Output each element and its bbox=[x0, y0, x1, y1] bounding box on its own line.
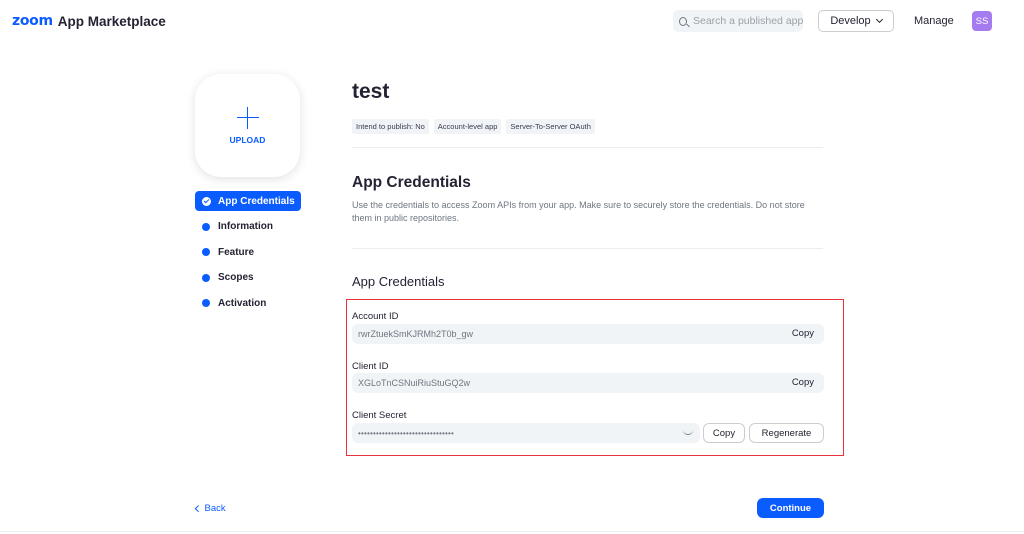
client-secret-value: •••••••••••••••••••••••••••••••• bbox=[358, 428, 455, 438]
brand-name: App Marketplace bbox=[57, 13, 166, 29]
chevron-down-icon bbox=[875, 15, 883, 24]
plus-icon bbox=[236, 106, 259, 129]
account-id-label: Account ID bbox=[352, 311, 399, 322]
regenerate-button[interactable]: Regenerate bbox=[749, 423, 824, 443]
upload-label: UPLOAD bbox=[229, 134, 266, 145]
dot-icon bbox=[202, 222, 210, 231]
client-id-field[interactable]: XGLoTnCSNuiRiuStuGQ2w Copy bbox=[352, 373, 824, 393]
top-header: zoom App Marketplace Develop Manage SS bbox=[0, 0, 1024, 42]
nav-item-feature[interactable]: Feature bbox=[195, 242, 301, 262]
nav-item-scopes[interactable]: Scopes bbox=[195, 268, 301, 288]
client-secret-field[interactable]: •••••••••••••••••••••••••••••••• bbox=[352, 423, 700, 443]
client-secret-label: Client Secret bbox=[352, 410, 407, 421]
divider bbox=[352, 147, 823, 148]
nav-item-app-credentials[interactable]: App Credentials bbox=[195, 191, 301, 211]
search-box[interactable] bbox=[673, 10, 803, 32]
nav-item-label: Information bbox=[218, 221, 273, 232]
search-input[interactable] bbox=[693, 15, 803, 27]
manage-link[interactable]: Manage bbox=[914, 15, 954, 27]
account-id-copy-button[interactable]: Copy bbox=[792, 328, 814, 339]
tag-level: Account-level app bbox=[433, 119, 502, 134]
client-id-label: Client ID bbox=[352, 361, 389, 372]
nav-item-label: Scopes bbox=[218, 272, 254, 283]
credentials-subtitle: App Credentials bbox=[352, 274, 445, 289]
app-tags: Intend to publish: No Account-level app … bbox=[352, 119, 595, 134]
nav-item-activation[interactable]: Activation bbox=[195, 293, 301, 313]
nav-item-label: Activation bbox=[218, 297, 267, 309]
back-link[interactable]: Back bbox=[195, 503, 226, 514]
account-id-value: rwrZtuekSmKJRMh2T0b_gw bbox=[358, 329, 474, 339]
nav-item-information[interactable]: Information bbox=[195, 217, 301, 237]
account-id-field[interactable]: rwrZtuekSmKJRMh2T0b_gw Copy bbox=[352, 324, 824, 344]
check-circle-icon bbox=[202, 196, 211, 206]
avatar[interactable]: SS bbox=[972, 11, 992, 31]
zoom-logo: zoom bbox=[12, 13, 53, 29]
dot-icon bbox=[202, 248, 210, 256]
section-title: App Credentials bbox=[352, 174, 471, 191]
dot-icon bbox=[202, 299, 210, 307]
brand[interactable]: zoom App Marketplace bbox=[12, 13, 166, 29]
divider bbox=[352, 248, 823, 249]
client-id-copy-button[interactable]: Copy bbox=[792, 377, 814, 388]
upload-button[interactable]: UPLOAD bbox=[195, 74, 300, 177]
back-label: Back bbox=[204, 503, 226, 514]
nav-item-label: Feature bbox=[218, 246, 255, 258]
develop-label: Develop bbox=[830, 15, 871, 27]
tag-type: Server-To-Server OAuth bbox=[506, 119, 595, 134]
client-id-value: XGLoTnCSNuiRiuStuGQ2w bbox=[358, 378, 471, 388]
nav-item-label: App Credentials bbox=[218, 195, 295, 207]
section-description: Use the credentials to access Zoom APIs … bbox=[352, 200, 805, 223]
tag-publish: Intend to publish: No bbox=[352, 119, 429, 134]
dot-icon bbox=[202, 273, 210, 282]
eye-closed-icon[interactable] bbox=[683, 430, 693, 435]
chevron-left-icon bbox=[195, 505, 202, 512]
footer-divider bbox=[0, 531, 1024, 532]
search-icon bbox=[679, 16, 687, 26]
develop-dropdown[interactable]: Develop bbox=[818, 10, 894, 32]
side-nav: App Credentials Information Feature Scop… bbox=[195, 191, 301, 319]
app-title: test bbox=[352, 80, 390, 103]
continue-button[interactable]: Continue bbox=[757, 498, 824, 518]
client-secret-copy-button[interactable]: Copy bbox=[703, 423, 745, 443]
